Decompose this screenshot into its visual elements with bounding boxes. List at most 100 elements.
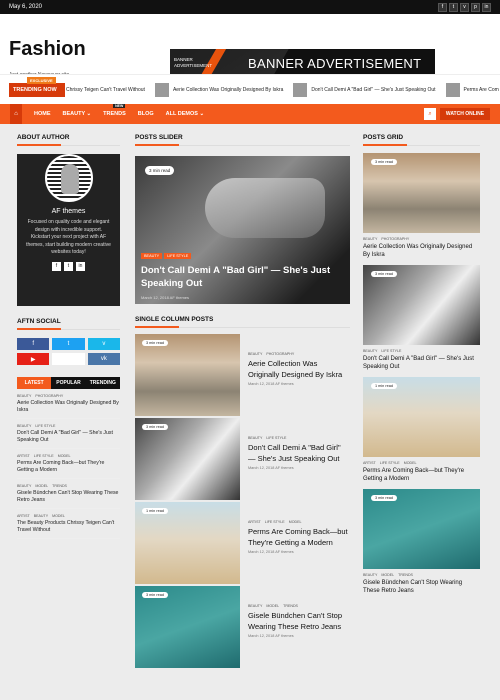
post-title[interactable]: Aerie Collection Was Originally Designed…: [363, 243, 480, 259]
list-item[interactable]: BEAUTY LIFE STYLE Don't Call Demi A "Bad …: [17, 419, 120, 449]
list-item-title[interactable]: Perms Are Coming Back—but They're Gettin…: [17, 460, 120, 474]
list-item-title[interactable]: Aerie Collection Was Originally Designed…: [17, 400, 120, 414]
tag-label[interactable]: LIFE STYLE: [381, 349, 401, 353]
tag-label[interactable]: PHOTOGRAPHY: [35, 394, 63, 398]
tag-label[interactable]: ARTIST: [17, 454, 30, 458]
list-item[interactable]: 3 min read BEAUTY LIFE STYLE Don't Call D…: [135, 418, 350, 500]
search-icon[interactable]: ⌕: [424, 108, 436, 120]
tag-label[interactable]: TRENDS: [52, 484, 67, 488]
ticker-item[interactable]: Chrissy Teigen Can't Travel Without: [66, 83, 145, 97]
tag-label[interactable]: LIFE STYLE: [164, 253, 192, 259]
vimeo-icon[interactable]: v: [87, 338, 120, 350]
tag-label[interactable]: MODEL: [52, 514, 65, 518]
youtube-icon[interactable]: ▶: [17, 353, 50, 365]
tag-label[interactable]: LIFE STYLE: [35, 424, 55, 428]
watch-online-button[interactable]: WATCH ONLINE: [440, 108, 490, 120]
post-title[interactable]: Perms Are Coming Back—but They're Gettin…: [248, 526, 350, 548]
tag-label[interactable]: ARTIST: [363, 461, 376, 465]
pinterest-icon[interactable]: p: [471, 2, 480, 12]
slider-post-title[interactable]: Don't Call Demi A "Bad Girl" — She's Jus…: [141, 264, 341, 290]
tag-label[interactable]: ARTIST: [17, 514, 30, 518]
tag-label[interactable]: PHOTOGRAPHY: [381, 237, 409, 241]
tag-label[interactable]: BEAUTY: [248, 604, 262, 608]
tag-label[interactable]: LIFE STYLE: [380, 461, 400, 465]
tag-label[interactable]: MODEL: [58, 454, 71, 458]
grid-card[interactable]: 3 min read BEAUTY LIFE STYLE Don't Call D…: [363, 265, 480, 371]
tag-label[interactable]: BEAUTY: [363, 349, 377, 353]
twitter-icon[interactable]: t: [52, 338, 85, 350]
twitter-icon[interactable]: t: [64, 261, 73, 271]
ticker-item[interactable]: Perms Are Com: [445, 83, 499, 97]
tag-label[interactable]: BEAUTY: [17, 484, 31, 488]
tab-trending[interactable]: TRENDING: [85, 377, 120, 389]
vimeo-icon[interactable]: v: [460, 2, 469, 12]
tag-label[interactable]: BEAUTY: [363, 237, 377, 241]
tag-label[interactable]: BEAUTY: [17, 394, 31, 398]
tag-label[interactable]: MODEL: [35, 484, 48, 488]
tag-label[interactable]: BEAUTY: [34, 514, 48, 518]
list-item-title[interactable]: Don't Call Demi A "Bad Girl" — She's Jus…: [17, 430, 120, 444]
list-item[interactable]: 3 min read BEAUTY MODEL TRENDS Gisele Bünd…: [135, 586, 350, 668]
tag-label[interactable]: LIFE STYLE: [34, 454, 54, 458]
vk-icon[interactable]: vk: [87, 353, 120, 365]
post-thumbnail[interactable]: 3 min read: [135, 418, 240, 500]
grid-card[interactable]: 3 min read BEAUTY PHOTOGRAPHY Aerie Colle…: [363, 153, 480, 259]
nav-item-beauty[interactable]: BEAUTY ⌄: [63, 111, 92, 117]
nav-item-blog[interactable]: BLOG: [138, 111, 154, 117]
post-thumbnail[interactable]: 3 min read: [135, 334, 240, 416]
post-thumbnail[interactable]: 1 min read: [363, 377, 480, 457]
facebook-icon[interactable]: f: [438, 2, 447, 12]
post-thumbnail[interactable]: 3 min read: [363, 153, 480, 233]
twitter-icon[interactable]: t: [449, 2, 458, 12]
nav-item-all-demos[interactable]: ALL DEMOS ⌄: [166, 111, 204, 117]
tab-popular[interactable]: POPULAR: [51, 377, 86, 389]
list-item[interactable]: 3 min read BEAUTY PHOTOGRAPHY Aerie Colle…: [135, 334, 350, 416]
tag-label[interactable]: TRENDS: [398, 573, 413, 577]
nav-item-home[interactable]: HOME: [34, 111, 51, 117]
tag-label[interactable]: ARTIST: [248, 520, 261, 524]
ticker-item[interactable]: Aerie Collection Was Originally Designed…: [154, 83, 283, 97]
tag-label[interactable]: BEAUTY: [141, 253, 163, 259]
post-title[interactable]: Gisele Bündchen Can't Stop Wearing These…: [248, 610, 350, 632]
tag-label[interactable]: LIFE STYLE: [266, 436, 286, 440]
tab-latest[interactable]: LATEST: [17, 377, 52, 389]
facebook-icon[interactable]: f: [52, 261, 61, 271]
tag-label[interactable]: BEAUTY: [248, 436, 262, 440]
nav-item-trends[interactable]: TRENDS NEW: [103, 104, 126, 117]
list-item-title[interactable]: The Beauty Products Chrissy Teigen Can't…: [17, 520, 120, 534]
tag-label[interactable]: LIFE STYLE: [265, 520, 285, 524]
author-name[interactable]: AF themes: [17, 208, 120, 215]
grid-card[interactable]: 1 min read ARTIST LIFE STYLE MODEL Perms A…: [363, 377, 480, 483]
list-item[interactable]: ARTIST LIFE STYLE MODEL Perms Are Coming B…: [17, 449, 120, 479]
list-item[interactable]: 1 min read ARTIST LIFE STYLE MODEL Perms A…: [135, 502, 350, 584]
list-item[interactable]: BEAUTY PHOTOGRAPHY Aerie Collection Was O…: [17, 389, 120, 419]
tag-label[interactable]: MODEL: [404, 461, 417, 465]
post-title[interactable]: Perms Are Coming Back—but They're Gettin…: [363, 467, 480, 483]
home-icon[interactable]: ⌂: [10, 104, 22, 124]
tag-label[interactable]: TRENDS: [283, 604, 298, 608]
post-title[interactable]: Don't Call Demi A "Bad Girl" — She's Jus…: [363, 355, 480, 371]
list-item[interactable]: ARTIST BEAUTY MODEL The Beauty Products Ch…: [17, 509, 120, 539]
tag-label[interactable]: MODEL: [289, 520, 302, 524]
banner-advertisement[interactable]: BANNER ADVERTISEMENT BANNER ADVERTISEMEN…: [170, 49, 435, 77]
post-title[interactable]: Gisele Bündchen Can't Stop Wearing These…: [363, 579, 480, 595]
list-item[interactable]: BEAUTY MODEL TRENDS Gisele Bündchen Can't …: [17, 479, 120, 509]
post-thumbnail[interactable]: 3 min read: [363, 265, 480, 345]
linkedin-icon[interactable]: in: [482, 2, 491, 12]
grid-card[interactable]: 3 min read BEAUTY MODEL TRENDS Gisele Bünd…: [363, 489, 480, 595]
site-logo[interactable]: Fashion: [9, 38, 86, 61]
post-thumbnail[interactable]: 1 min read: [135, 502, 240, 584]
post-thumbnail[interactable]: 3 min read: [363, 489, 480, 569]
facebook-icon[interactable]: f: [17, 338, 50, 350]
tag-label[interactable]: PHOTOGRAPHY: [266, 352, 294, 356]
post-title[interactable]: Don't Call Demi A "Bad Girl" — She's Jus…: [248, 442, 350, 464]
post-title[interactable]: Aerie Collection Was Originally Designed…: [248, 358, 350, 380]
tag-label[interactable]: BEAUTY: [248, 352, 262, 356]
list-item-title[interactable]: Gisele Bündchen Can't Stop Wearing These…: [17, 490, 120, 504]
tag-label[interactable]: BEAUTY: [363, 573, 377, 577]
tag-label[interactable]: MODEL: [266, 604, 279, 608]
tag-label[interactable]: MODEL: [381, 573, 394, 577]
ticker-item[interactable]: Don't Call Demi A "Bad Girl" — She's Jus…: [293, 83, 436, 97]
post-thumbnail[interactable]: 3 min read: [135, 586, 240, 668]
linkedin-icon[interactable]: in: [76, 261, 85, 271]
